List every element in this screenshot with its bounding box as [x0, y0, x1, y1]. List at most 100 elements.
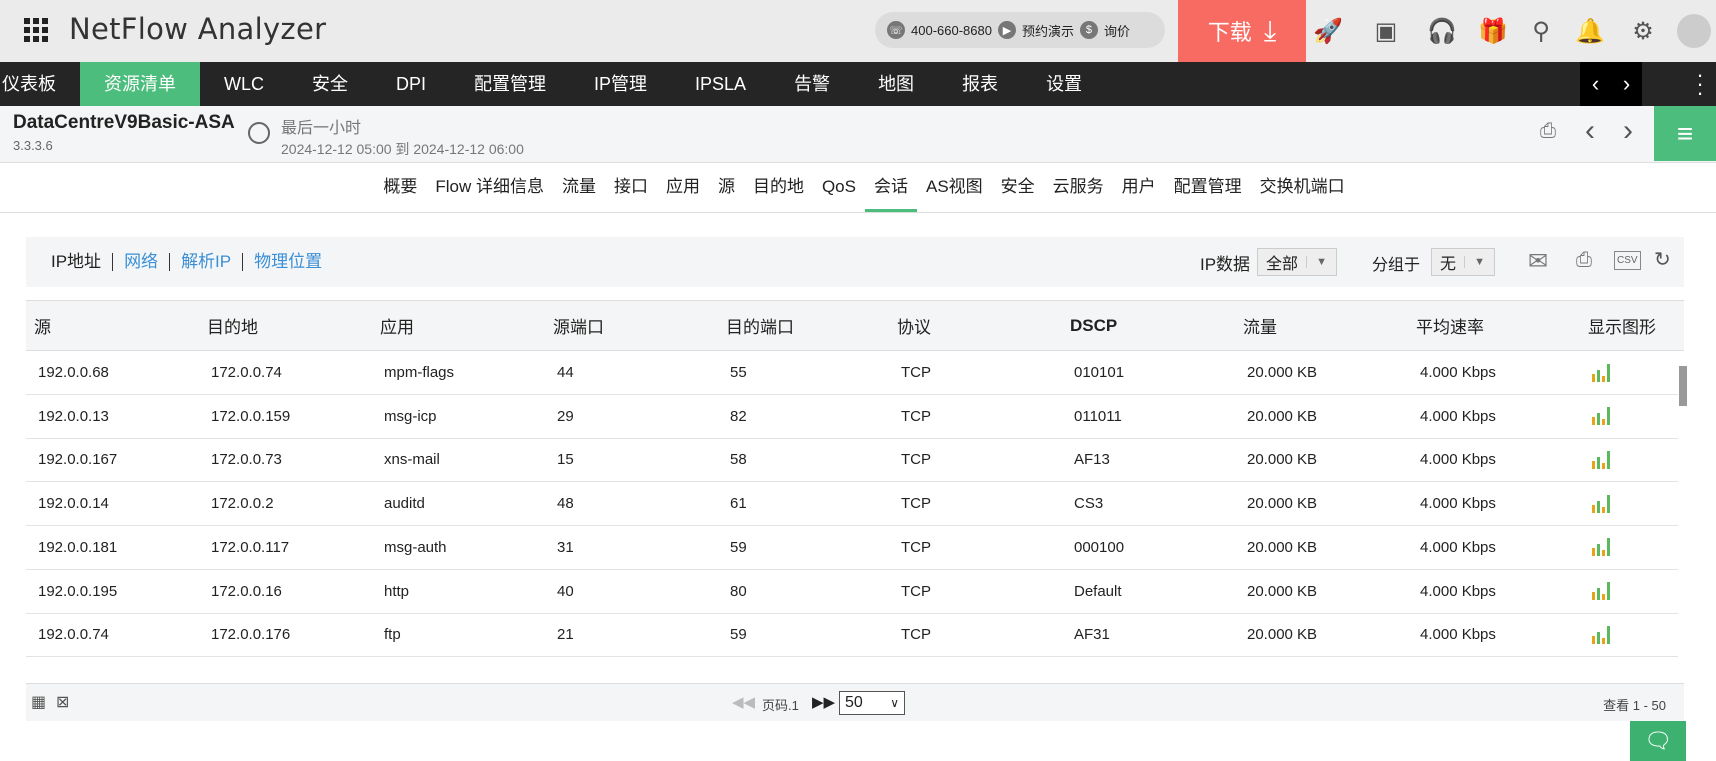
rocket-icon[interactable]: 🚀 — [1313, 16, 1343, 46]
column-header-graph[interactable]: 显示图形 — [1588, 301, 1656, 350]
column-header-destination[interactable]: 目的地 — [207, 301, 258, 350]
tab-qos[interactable]: QoS — [813, 163, 865, 212]
column-header-application[interactable]: 应用 — [380, 301, 414, 350]
email-icon[interactable]: ✉ — [1528, 247, 1548, 276]
tab-interfaces[interactable]: 接口 — [605, 163, 657, 212]
tab-switch-ports[interactable]: 交换机端口 — [1251, 163, 1354, 212]
apps-grid-icon[interactable] — [24, 18, 48, 42]
view-location[interactable]: 物理位置 — [242, 253, 333, 271]
price-link[interactable]: 询价 — [1104, 21, 1130, 40]
pdf-icon[interactable]: ⎙ — [1540, 120, 1556, 143]
view-resolve-ip[interactable]: 解析IP — [169, 253, 242, 271]
chevron-left-icon[interactable]: ‹ — [1592, 71, 1599, 97]
hamburger-menu-icon[interactable]: ≡ — [1654, 106, 1716, 161]
cell-destination: 172.0.0.73 — [211, 451, 282, 469]
nav-reports[interactable]: 报表 — [938, 62, 1022, 106]
bar-chart-icon[interactable] — [1592, 482, 1610, 525]
view-ip-address[interactable]: IP地址 — [40, 253, 112, 271]
download-button[interactable]: 下载 ⤓ — [1178, 0, 1306, 62]
table-row[interactable]: 192.0.0.195 172.0.0.16 http 40 80 TCP Default 2… — [26, 570, 1678, 614]
gear-icon[interactable]: ⚙ — [1628, 16, 1658, 46]
bar-chart-icon[interactable] — [1592, 526, 1610, 569]
chevron-right-icon[interactable]: › — [1623, 71, 1630, 97]
more-vertical-icon[interactable]: · · · — [1690, 64, 1710, 104]
tab-cloud[interactable]: 云服务 — [1044, 163, 1113, 212]
cell-application: mpm-flags — [384, 364, 455, 381]
first-page-icon[interactable]: ◀◀ — [732, 693, 755, 711]
tab-users[interactable]: 用户 — [1113, 163, 1165, 212]
column-header-source-port[interactable]: 源端口 — [553, 301, 604, 350]
nav-dpi[interactable]: DPI — [372, 62, 450, 106]
bell-icon[interactable]: 🔔 — [1575, 16, 1605, 46]
tab-summary[interactable]: 概要 — [374, 163, 426, 212]
nav-ipsla[interactable]: IPSLA — [671, 62, 770, 106]
cell-avg-rate: 4.000 Kbps — [1420, 495, 1496, 513]
tab-flow-details[interactable]: Flow 详细信息 — [426, 163, 553, 212]
chevron-left-icon[interactable]: ‹ — [1585, 114, 1595, 148]
next-page-icon[interactable]: ▶▶ — [812, 693, 835, 711]
calculator-icon[interactable]: ▦ — [31, 692, 46, 712]
chat-icon[interactable]: 🗨 — [1630, 721, 1686, 761]
tab-as-view[interactable]: AS视图 — [917, 163, 992, 212]
nav-wlc[interactable]: WLC — [200, 62, 288, 106]
avatar[interactable] — [1677, 14, 1711, 48]
nav-maps[interactable]: 地图 — [854, 62, 938, 106]
tab-source[interactable]: 源 — [709, 163, 744, 212]
group-by-select[interactable]: 无 ▼ — [1431, 248, 1496, 276]
scrollbar[interactable] — [1678, 352, 1688, 662]
bar-chart-icon[interactable] — [1592, 438, 1610, 481]
nav-ipam[interactable]: IP管理 — [570, 62, 671, 106]
pdf-icon[interactable]: ⎙ — [1576, 249, 1592, 272]
table-row[interactable]: 192.0.0.13 172.0.0.159 msg-icp 29 82 TCP 01101… — [26, 395, 1678, 439]
nav-dashboard[interactable]: 仪表板 — [0, 62, 80, 106]
tab-traffic[interactable]: 流量 — [553, 163, 605, 212]
page-size-select[interactable]: 50 ∨ — [839, 691, 905, 715]
clock-icon[interactable] — [248, 122, 270, 144]
column-header-source[interactable]: 源 — [34, 301, 51, 350]
table-row[interactable]: 192.0.0.181 172.0.0.117 msg-auth 31 59 TCP 000… — [26, 526, 1678, 570]
csv-icon[interactable]: CSV — [1614, 251, 1641, 270]
cell-application: msg-icp — [384, 407, 437, 425]
tab-security[interactable]: 安全 — [992, 163, 1044, 212]
table-row[interactable]: 192.0.0.68 172.0.0.74 mpm-flags 44 55 TCP 0101… — [26, 351, 1678, 395]
column-header-protocol[interactable]: 协议 — [897, 301, 931, 350]
chevron-right-icon[interactable]: › — [1623, 114, 1633, 148]
bar-chart-icon[interactable] — [1592, 395, 1610, 438]
bar-chart-icon[interactable] — [1592, 570, 1610, 613]
column-header-avg-rate[interactable]: 平均速率 — [1416, 301, 1484, 350]
nav-config[interactable]: 配置管理 — [450, 62, 570, 106]
tab-config[interactable]: 配置管理 — [1165, 163, 1251, 212]
cell-dest-port: 61 — [730, 495, 747, 513]
presentation-icon[interactable]: ▣ — [1371, 16, 1401, 46]
demo-link[interactable]: 预约演示 — [1022, 21, 1074, 40]
refresh-icon[interactable]: ↻ — [1654, 247, 1671, 272]
nav-settings[interactable]: 设置 — [1022, 62, 1106, 106]
search-icon[interactable]: ⚲ — [1526, 16, 1556, 46]
cell-destination: 172.0.0.16 — [211, 582, 282, 600]
phone-number[interactable]: 400-660-8680 — [911, 23, 992, 38]
ip-data-select[interactable]: 全部 ▼ — [1257, 248, 1338, 276]
nav-security[interactable]: 安全 — [288, 62, 372, 106]
time-range-label[interactable]: 最后一小时 — [281, 114, 361, 138]
bar-chart-icon[interactable] — [1592, 351, 1610, 394]
table-row[interactable]: 192.0.0.74 172.0.0.176 ftp 21 59 TCP AF31 20.00… — [26, 613, 1678, 658]
gift-icon[interactable]: 🎁 — [1478, 16, 1508, 46]
excel-icon[interactable]: ⊠ — [56, 692, 69, 712]
tab-applications[interactable]: 应用 — [657, 163, 709, 212]
headset-icon[interactable]: 🎧 — [1427, 16, 1457, 46]
cell-dscp: 011011 — [1074, 407, 1122, 425]
column-header-traffic[interactable]: 流量 — [1243, 301, 1277, 350]
page-size-value: 50 — [845, 694, 863, 711]
tab-destination[interactable]: 目的地 — [744, 163, 813, 212]
table-row[interactable]: 192.0.0.14 172.0.0.2 auditd 48 61 TCP CS3 20.00… — [26, 482, 1678, 527]
nav-alarms[interactable]: 告警 — [770, 62, 854, 106]
table-row[interactable]: 192.0.0.167 172.0.0.73 xns-mail 15 58 TCP AF13… — [26, 438, 1678, 483]
nav-inventory[interactable]: 资源清单 — [80, 62, 200, 106]
view-network[interactable]: 网络 — [112, 253, 169, 271]
tab-conversation[interactable]: 会话 — [864, 163, 917, 212]
column-header-dest-port[interactable]: 目的端口 — [726, 301, 794, 350]
cell-dest-port: 59 — [730, 538, 747, 556]
bar-chart-icon[interactable] — [1592, 613, 1610, 656]
column-header-dscp[interactable]: DSCP — [1070, 301, 1117, 350]
group-by-value: 无 — [1440, 256, 1457, 273]
